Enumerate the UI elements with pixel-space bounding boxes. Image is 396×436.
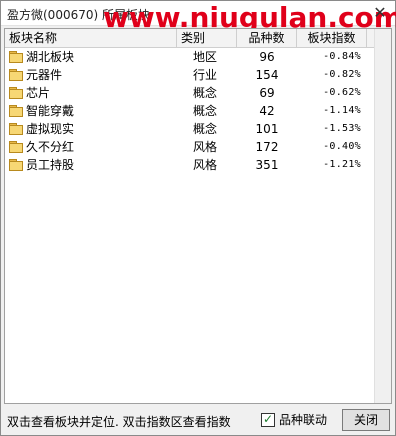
checkmark-icon: ✓ [263, 411, 274, 426]
sector-name: 虚拟现实 [26, 122, 75, 136]
folder-icon [9, 51, 23, 63]
vertical-scrollbar[interactable] [374, 29, 391, 403]
table-row[interactable]: 久不分红 风格 172 -0.40% [5, 138, 375, 156]
sector-index[interactable]: -1.53% [299, 120, 361, 138]
sector-count: 69 [259, 86, 275, 100]
sector-type: 概念 [193, 86, 218, 100]
column-header-index[interactable]: 板块指数 [297, 29, 367, 47]
sector-count: 351 [255, 158, 279, 172]
column-header-name[interactable]: 板块名称 [5, 29, 177, 47]
folder-icon [9, 87, 23, 99]
sector-name: 芯片 [26, 86, 51, 100]
close-icon[interactable]: ✕ [369, 3, 391, 23]
sector-name: 智能穿戴 [26, 104, 75, 118]
sector-index[interactable]: -0.84% [299, 48, 361, 66]
table-body: 湖北板块 地区 96 -0.84% 元器件 行业 154 -0.82% 芯片 概… [5, 48, 375, 174]
folder-icon [9, 141, 23, 153]
table-row[interactable]: 湖北板块 地区 96 -0.84% [5, 48, 375, 66]
folder-icon [9, 69, 23, 81]
table-row[interactable]: 员工持股 风格 351 -1.21% [5, 156, 375, 174]
sector-name: 元器件 [26, 68, 63, 82]
sector-count: 154 [255, 68, 279, 82]
sector-index[interactable]: -1.21% [299, 156, 361, 174]
sector-name: 久不分红 [26, 140, 75, 154]
close-button[interactable]: 关闭 [342, 409, 390, 431]
sector-type: 概念 [193, 104, 218, 118]
folder-icon [9, 123, 23, 135]
sector-name: 员工持股 [26, 158, 75, 172]
folder-icon [9, 105, 23, 117]
sector-index[interactable]: -0.62% [299, 84, 361, 102]
column-header-count[interactable]: 品种数 [237, 29, 297, 47]
column-header-type[interactable]: 类别 [177, 29, 237, 47]
sector-count: 96 [259, 50, 275, 64]
table-row[interactable]: 元器件 行业 154 -0.82% [5, 66, 375, 84]
sector-index[interactable]: -0.40% [299, 138, 361, 156]
linkage-checkbox[interactable]: ✓ [261, 411, 275, 427]
sector-count: 42 [259, 104, 275, 118]
sector-type: 行业 [193, 68, 218, 82]
sector-name: 湖北板块 [26, 50, 75, 64]
sector-type: 风格 [193, 158, 218, 172]
sector-count: 172 [255, 140, 279, 154]
sector-index[interactable]: -0.82% [299, 66, 361, 84]
table-row[interactable]: 虚拟现实 概念 101 -1.53% [5, 120, 375, 138]
linkage-label: 品种联动 [279, 413, 328, 427]
sector-type: 概念 [193, 122, 218, 136]
sector-table[interactable]: 板块名称 类别 品种数 板块指数 湖北板块 地区 96 -0.84% 元器件 行… [4, 28, 392, 404]
title-bar: 盈方微(000670) 所属板块 www.niugulan.com ✕ [1, 1, 396, 34]
sector-count: 101 [255, 122, 279, 136]
dialog-window: 盈方微(000670) 所属板块 www.niugulan.com ✕ 板块名称… [0, 0, 396, 436]
hint-text: 双击查看板块并定位. 双击指数区查看指数 [7, 415, 231, 429]
sector-type: 地区 [193, 50, 218, 64]
table-header: 板块名称 类别 品种数 板块指数 [5, 29, 375, 48]
sector-index[interactable]: -1.14% [299, 102, 361, 120]
table-row[interactable]: 智能穿戴 概念 42 -1.14% [5, 102, 375, 120]
linkage-toggle[interactable]: ✓ 品种联动 [261, 412, 327, 428]
folder-icon [9, 159, 23, 171]
footer-bar: 双击查看板块并定位. 双击指数区查看指数 ✓ 品种联动 关闭 [1, 406, 395, 434]
sector-type: 风格 [193, 140, 218, 154]
table-row[interactable]: 芯片 概念 69 -0.62% [5, 84, 375, 102]
